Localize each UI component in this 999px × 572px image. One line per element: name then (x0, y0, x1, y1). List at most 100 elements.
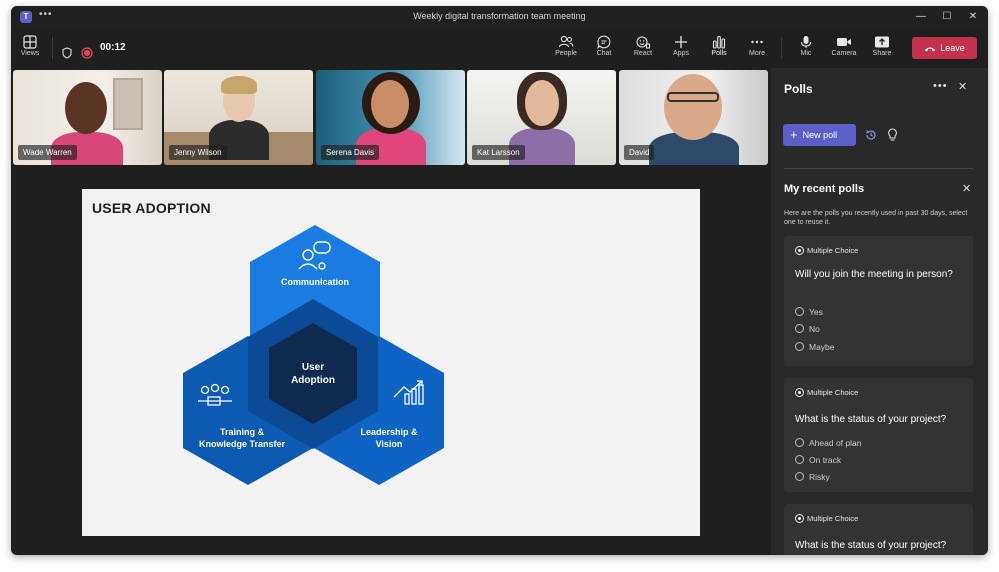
close-panel-icon[interactable]: ✕ (958, 80, 967, 93)
communication-label: Communication (281, 277, 349, 287)
poll-option: Yes (795, 307, 823, 317)
poll-card[interactable]: Multiple Choice What is the status of yo… (784, 504, 973, 555)
poll-type: Multiple Choice (795, 388, 858, 397)
leave-button[interactable]: Leave (912, 37, 977, 59)
center-label-line1: User (302, 362, 324, 373)
participant-tile[interactable]: Kat Larsson (467, 70, 616, 165)
camera-button[interactable]: Camera (827, 32, 861, 66)
poll-type-label: Multiple Choice (807, 246, 859, 255)
leadership-label-line2: Vision (376, 439, 403, 449)
chat-button[interactable]: Chat (587, 32, 621, 66)
poll-question: What is the status of your project? (795, 540, 947, 551)
close-window-icon[interactable]: ✕ (960, 8, 986, 26)
participant-face (525, 80, 559, 126)
participant-tile[interactable]: Jenny Wilson (164, 70, 313, 165)
camera-icon (837, 38, 851, 46)
apps-label: Apps (673, 50, 689, 57)
plus-icon (675, 36, 687, 48)
user-adoption-diagram: Communication Training & Knowledge Trans… (183, 225, 444, 485)
poll-option: Ahead of plan (795, 438, 861, 448)
radio-circle-icon (795, 324, 804, 333)
react-button[interactable]: React (626, 32, 660, 66)
radio-circle-icon (795, 342, 804, 351)
toolbar-divider (781, 37, 782, 59)
plus-icon: + (790, 127, 798, 142)
views-button[interactable]: Views (13, 32, 47, 66)
radio-circle-icon (795, 307, 804, 316)
poll-type: Multiple Choice (795, 246, 858, 255)
people-label: People (555, 50, 577, 57)
poll-card[interactable]: Multiple Choice What is the status of yo… (784, 378, 973, 492)
training-label-line2: Knowledge Transfer (199, 439, 286, 449)
ellipsis-icon (751, 40, 763, 44)
poll-question: Will you join the meeting in person? (795, 269, 953, 280)
radio-icon (795, 388, 804, 397)
participant-tile[interactable]: Serena Davis (316, 70, 465, 165)
radio-circle-icon (795, 438, 804, 447)
poll-type-label: Multiple Choice (807, 514, 859, 523)
meeting-stage: Wade Warren Jenny Wilson Serena Davis Ka… (11, 68, 771, 555)
people-icon (558, 35, 574, 48)
share-icon (875, 36, 889, 48)
new-poll-button[interactable]: + New poll (783, 124, 856, 146)
recent-polls-title: My recent polls (784, 183, 865, 195)
participant-face (371, 80, 409, 128)
participant-tile[interactable]: David (619, 70, 768, 165)
training-label-line1: Training & (220, 427, 265, 437)
teams-window: T ••• Weekly digital transformation team… (11, 6, 988, 555)
new-poll-label: New poll (802, 130, 838, 140)
poll-option: Risky (795, 472, 830, 482)
polls-button[interactable]: Polls (702, 32, 736, 70)
more-button[interactable]: More (740, 32, 774, 66)
recent-polls-description: Here are the polls you recently used in … (784, 210, 968, 226)
maximize-icon[interactable]: ☐ (934, 8, 960, 26)
panel-title: Polls (784, 82, 813, 96)
people-button[interactable]: People (549, 32, 583, 66)
poll-option: On track (795, 455, 841, 465)
meeting-toolbar: Views 00:12 People Chat React Apps Polls… (11, 28, 988, 70)
leave-label: Leave (940, 43, 965, 53)
participant-name: Jenny Wilson (169, 145, 227, 160)
shield-icon[interactable] (62, 47, 72, 59)
panel-divider (784, 168, 973, 169)
shared-slide: USER ADOPTION Communication Training & K… (82, 189, 700, 536)
minimize-icon[interactable]: — (908, 8, 934, 26)
hang-up-icon (925, 47, 936, 52)
polls-icon (712, 35, 726, 49)
mic-button[interactable]: Mic (789, 32, 823, 66)
react-icon (635, 36, 650, 49)
more-label: More (749, 50, 765, 57)
mic-icon (800, 36, 812, 48)
react-label: React (633, 50, 653, 57)
apps-button[interactable]: Apps (664, 32, 698, 66)
glasses-icon (667, 92, 719, 102)
poll-type-label: Multiple Choice (807, 388, 859, 397)
center-label-line2: Adoption (291, 375, 335, 386)
participant-name: Kat Larsson (472, 145, 525, 160)
radio-icon (795, 514, 804, 523)
close-recent-icon[interactable]: ✕ (962, 182, 971, 195)
poll-question: What is the status of your project? (795, 414, 947, 425)
radio-circle-icon (795, 472, 804, 481)
participant-name: Serena Davis (321, 145, 380, 160)
panel-more-icon[interactable]: ••• (933, 80, 948, 92)
views-label: Views (20, 50, 40, 57)
chat-icon (597, 35, 611, 49)
poll-type: Multiple Choice (795, 514, 858, 523)
participant-face (664, 74, 722, 140)
bookshelf (113, 78, 143, 130)
history-icon[interactable] (865, 129, 877, 141)
title-bar: T ••• Weekly digital transformation team… (11, 6, 988, 28)
participant-tile[interactable]: Wade Warren (13, 70, 162, 165)
radio-circle-icon (795, 455, 804, 464)
poll-option: Maybe (795, 342, 835, 352)
window-title: Weekly digital transformation team meeti… (413, 11, 586, 21)
meeting-timer: 00:12 (100, 42, 126, 53)
share-button[interactable]: Share (865, 32, 899, 66)
leadership-label-line1: Leadership & (360, 427, 418, 437)
participant-face (65, 82, 107, 134)
lightbulb-icon[interactable] (887, 128, 898, 141)
poll-card[interactable]: Multiple Choice Will you join the meetin… (784, 236, 973, 366)
polls-panel: Polls ••• ✕ + New poll My recent polls ✕ … (771, 68, 988, 555)
participant-hair (221, 76, 257, 94)
